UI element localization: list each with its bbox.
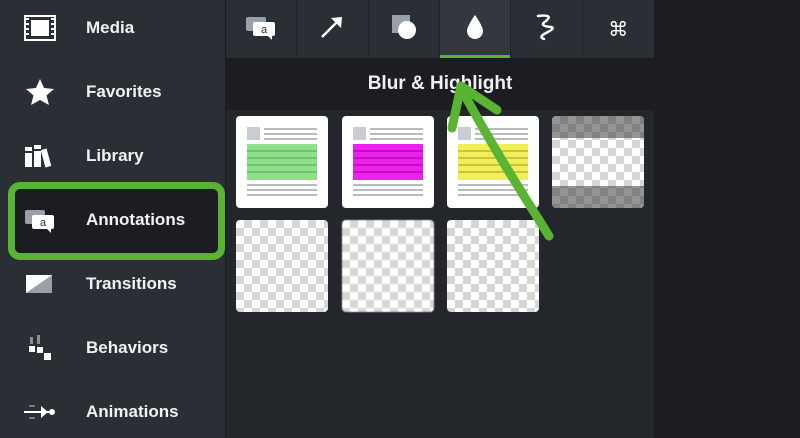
books-icon: [22, 138, 58, 174]
sidebar-item-favorites[interactable]: Favorites: [0, 60, 226, 124]
transparent-thumbnail[interactable]: [447, 220, 539, 312]
film-icon: [22, 10, 58, 46]
tab-arrows-lines[interactable]: [297, 0, 369, 58]
arrow-icon: [319, 14, 345, 45]
panel-title-bar: Blur & Highlight: [226, 58, 654, 110]
tab-shapes[interactable]: [369, 0, 440, 58]
highlight-region: [247, 144, 317, 180]
tab-blur-highlight[interactable]: [439, 0, 512, 58]
animation-icon: [22, 394, 58, 430]
sidebar: Media Favorites Library a Annotations Tr…: [0, 0, 226, 438]
sidebar-item-label: Transitions: [86, 274, 177, 293]
magenta-highlight-thumbnail[interactable]: [342, 116, 434, 208]
panel-title: Blur & Highlight: [367, 73, 513, 94]
highlight-region: [353, 144, 423, 180]
sidebar-item-behaviors[interactable]: Behaviors: [0, 316, 226, 380]
behaviors-icon: [22, 330, 58, 366]
right-empty-area: [654, 0, 800, 438]
command-icon: ⌘: [608, 17, 629, 41]
callout-icon: a: [244, 14, 278, 45]
tab-callouts[interactable]: a: [226, 0, 298, 58]
sidebar-item-annotations[interactable]: a Annotations: [0, 188, 226, 252]
transition-icon: [22, 266, 58, 302]
blur-band-thumbnail[interactable]: [552, 116, 644, 208]
sidebar-item-label: Animations: [86, 402, 179, 421]
highlight-region: [458, 144, 528, 180]
green-highlight-thumbnail[interactable]: [236, 116, 328, 208]
sidebar-item-label: Favorites: [86, 82, 162, 101]
sidebar-item-library[interactable]: Library: [0, 124, 226, 188]
annotation-type-tabs: a ⌘: [226, 0, 654, 58]
squiggle-icon: [534, 12, 558, 47]
annotation-icon: a: [22, 202, 58, 238]
star-icon: [22, 74, 58, 110]
svg-text:a: a: [261, 24, 268, 36]
svg-text:a: a: [40, 217, 47, 229]
sidebar-item-media[interactable]: Media: [0, 0, 226, 60]
sidebar-item-label: Annotations: [86, 210, 186, 229]
sidebar-item-animations[interactable]: Animations: [0, 380, 226, 438]
sidebar-item-label: Media: [86, 18, 135, 37]
yellow-highlight-thumbnail[interactable]: [447, 116, 539, 208]
droplet-icon: [466, 14, 484, 45]
transparent-blur-thumbnail[interactable]: [342, 220, 434, 312]
tab-keystroke[interactable]: ⌘: [583, 0, 654, 58]
sidebar-item-transitions[interactable]: Transitions: [0, 252, 226, 316]
shapes-icon: [390, 13, 418, 46]
tab-sketch-motion[interactable]: [511, 0, 583, 58]
sidebar-item-label: Library: [86, 146, 144, 165]
sidebar-item-label: Behaviors: [86, 338, 169, 357]
transparent-thumbnail[interactable]: [236, 220, 328, 312]
